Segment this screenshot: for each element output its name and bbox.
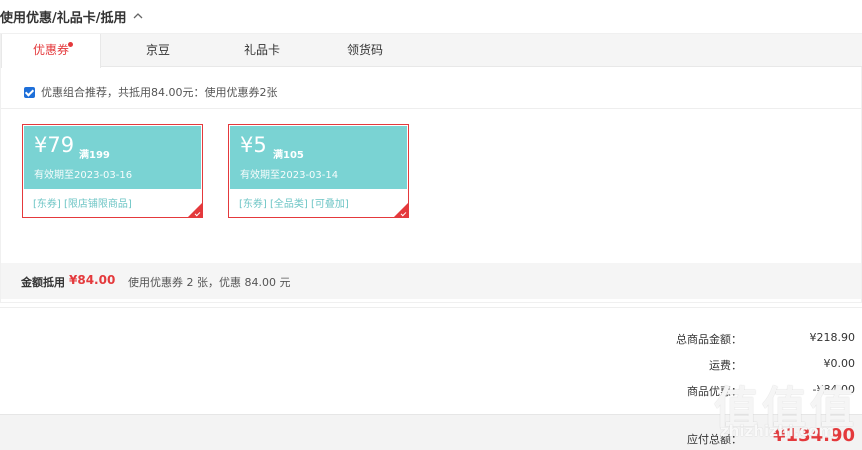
coupon-face: ¥79 满199 有效期至2023-03-16: [24, 126, 201, 189]
notification-dot: [68, 42, 73, 47]
divider: [0, 307, 862, 308]
shipping-label: 运费：: [709, 359, 742, 372]
coupon-validity: 有效期至2023-03-14: [240, 170, 339, 181]
section-header[interactable]: 使用优惠/礼品卡/抵用: [0, 6, 144, 26]
chevron-up-icon[interactable]: [132, 10, 144, 22]
coupon-condition: 满105: [273, 150, 304, 161]
tab-redeem-code-label: 领货码: [346, 43, 383, 57]
tab-gift-card[interactable]: 礼品卡: [212, 34, 312, 67]
coupon-validity: 有效期至2023-03-16: [34, 170, 133, 181]
coupon-condition: 满199: [79, 150, 110, 161]
payable-bar: 应付总额： ¥134.90: [0, 414, 862, 450]
goods-discount-value: -¥84.00: [812, 383, 855, 396]
payable-value: ¥134.90: [773, 425, 855, 446]
goods-discount-label: 商品优惠：: [687, 385, 742, 398]
total-goods-label: 总商品金额：: [676, 333, 742, 346]
recommendation-text: 优惠组合推荐，共抵用84.00元：使用优惠券2张: [41, 86, 278, 99]
tab-jingdou[interactable]: 京豆: [108, 34, 208, 67]
tab-gift-card-label: 礼品卡: [243, 43, 280, 57]
section-title: 使用优惠/礼品卡/抵用: [0, 10, 127, 26]
recommendation-row[interactable]: 优惠组合推荐，共抵用84.00元：使用优惠券2张: [24, 84, 278, 100]
divider: [1, 108, 862, 109]
summary-description: 使用优惠券 2 张，优惠 84.00 元: [128, 276, 291, 289]
coupon-panel: 优惠券 京豆 礼品卡 领货码 优惠组合推荐，共抵用84.00元：使用优惠券2张 …: [0, 33, 862, 303]
tab-coupons[interactable]: 优惠券: [1, 34, 101, 68]
coupon-tags: [东券] [全品类] [可叠加]: [239, 199, 349, 210]
coupon-card[interactable]: ¥5 满105 有效期至2023-03-14 [东券] [全品类] [可叠加]: [228, 124, 409, 218]
tab-bar: 优惠券 京豆 礼品卡 领货码: [1, 34, 862, 68]
summary-amount: ¥84.00: [69, 273, 116, 287]
coupon-face: ¥5 满105 有效期至2023-03-14: [230, 126, 407, 189]
tab-jingdou-label: 京豆: [145, 43, 170, 57]
payable-label: 应付总额：: [687, 433, 742, 446]
discount-summary-bar: 金额抵用 ¥84.00 使用优惠券 2 张，优惠 84.00 元: [1, 263, 861, 299]
coupon-tags: [东券] [限店铺限商品]: [33, 199, 132, 210]
coupon-card[interactable]: ¥79 满199 有效期至2023-03-16 [东券] [限店铺限商品]: [22, 124, 203, 218]
tab-coupons-label: 优惠券: [32, 43, 69, 57]
shipping-value: ¥0.00: [823, 357, 856, 370]
coupon-price: ¥79: [34, 133, 75, 157]
coupon-price: ¥5: [240, 133, 267, 157]
total-goods-value: ¥218.90: [809, 331, 856, 344]
tab-redeem-code[interactable]: 领货码: [315, 34, 415, 67]
summary-label: 金额抵用: [21, 276, 65, 289]
recommendation-checkbox[interactable]: [24, 86, 35, 98]
